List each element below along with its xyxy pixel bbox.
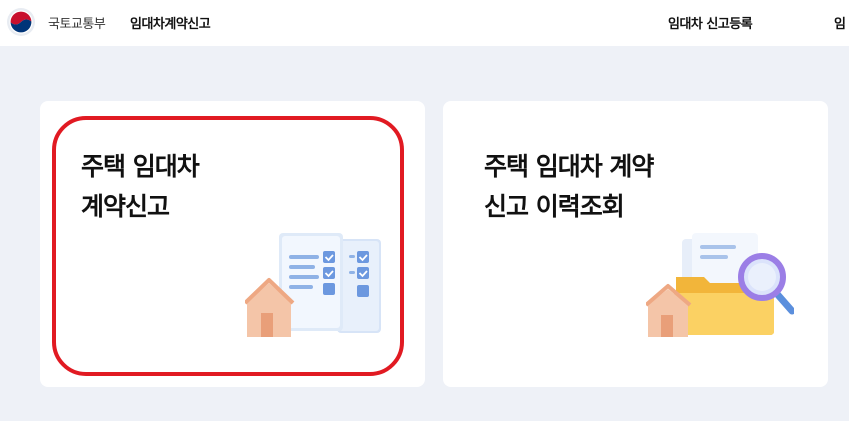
card-title-line-1: 주택 임대차 계약 [484,152,654,181]
rental-contract-report-card[interactable]: 주택 임대차 계약신고 [40,101,425,387]
card-title-line-2: 신고 이력조회 [484,192,625,221]
card-title-line-1: 주택 임대차 [81,152,200,181]
card-title: 주택 임대차 계약신고 [81,147,200,227]
house-checklist-icon [245,233,381,337]
rental-contract-history-card[interactable]: 주택 임대차 계약 신고 이력조회 [443,101,828,387]
nav-rental-report-register[interactable]: 임대차 신고등록 [668,13,753,32]
ministry-name: 국토교통부 [48,17,106,32]
nav-item-truncated[interactable]: 임 [834,13,846,32]
top-header: 국토교통부 임대차계약신고 임대차 신고등록 임 [0,0,849,46]
government-emblem-icon[interactable] [6,7,36,37]
card-title-line-2: 계약신고 [81,192,170,221]
card-title: 주택 임대차 계약 신고 이력조회 [484,147,654,227]
folder-search-icon [646,233,794,337]
service-name[interactable]: 임대차계약신고 [130,13,211,32]
